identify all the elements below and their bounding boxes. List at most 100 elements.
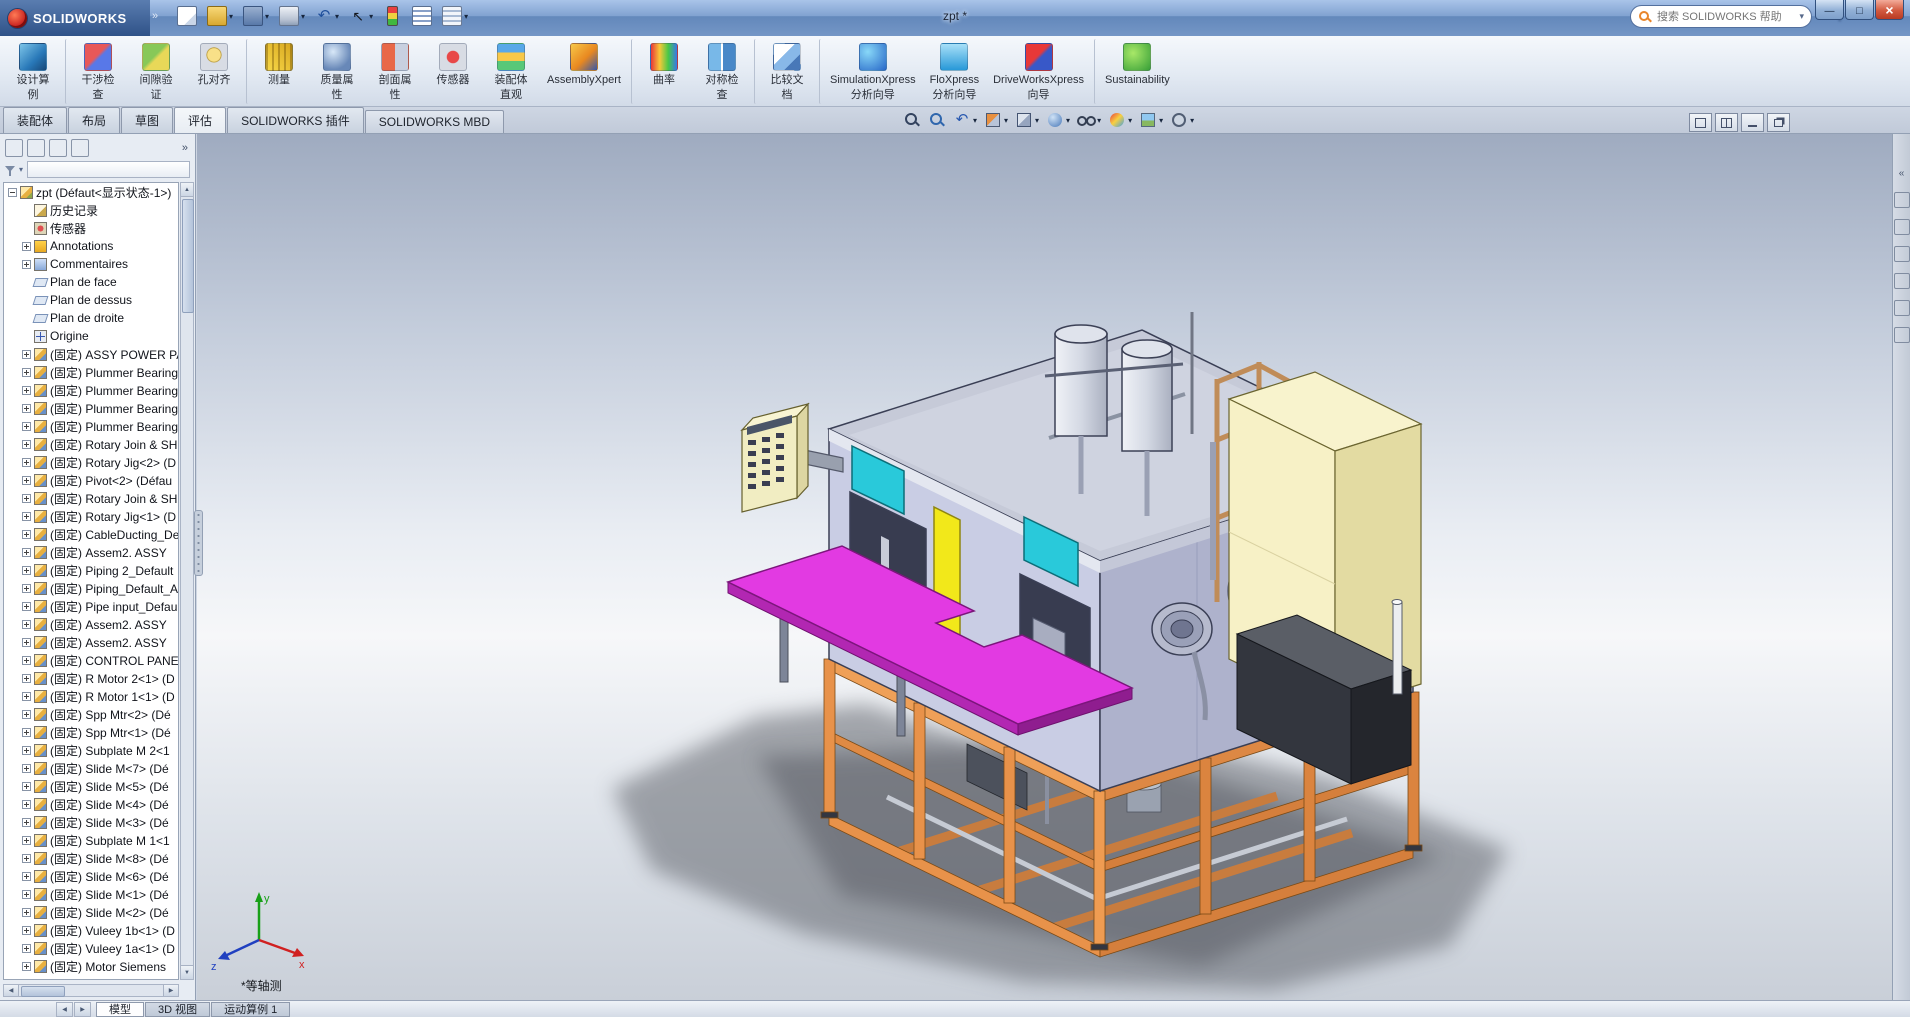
expand-icon[interactable] xyxy=(22,799,31,809)
expand-icon[interactable] xyxy=(22,601,31,611)
task-pane-collapse-icon[interactable]: « xyxy=(1899,168,1905,179)
view-tool-button[interactable] xyxy=(1077,111,1101,129)
viewport-window-button[interactable] xyxy=(1741,113,1764,132)
tree-item[interactable]: (固定) Rotary Join & SH xyxy=(4,489,178,507)
viewport-window-button[interactable] xyxy=(1767,113,1790,132)
tree-item[interactable]: (固定) Spp Mtr<2> (Dé xyxy=(4,705,178,723)
viewport-window-button[interactable] xyxy=(1689,113,1712,132)
tree-item[interactable]: (固定) Pivot<2> (Défau xyxy=(4,471,178,489)
ribbon-tab[interactable]: 装配体 xyxy=(3,107,68,133)
fm-tab-icon[interactable] xyxy=(71,138,89,157)
minimize-button[interactable] xyxy=(1815,0,1844,20)
expand-icon[interactable] xyxy=(22,763,31,773)
tree-item[interactable]: (固定) Slide M<6> (Dé xyxy=(4,867,178,885)
ribbon-button[interactable]: 对称检 查 xyxy=(693,39,751,104)
mode-tab[interactable]: 3D 视图 xyxy=(145,1001,211,1017)
ribbon-button[interactable]: 干涉检 查 xyxy=(65,39,127,104)
fm-overflow-button[interactable]: » xyxy=(182,142,190,154)
tree-item[interactable]: Annotations xyxy=(4,237,178,255)
filter-input[interactable] xyxy=(27,160,190,178)
tree-item[interactable]: (固定) R Motor 1<1> (D xyxy=(4,687,178,705)
quick-access-button[interactable] xyxy=(381,4,404,28)
quick-access-button[interactable] xyxy=(440,4,470,28)
tree-item[interactable]: (固定) Assem2. ASSY xyxy=(4,543,178,561)
viewport-window-button[interactable] xyxy=(1715,113,1738,132)
tree-item[interactable]: (固定) Rotary Jig<2> (D xyxy=(4,453,178,471)
ribbon-button[interactable]: 设计算 例 xyxy=(4,39,62,104)
expand-icon[interactable] xyxy=(22,871,31,881)
ribbon-button[interactable]: 传感器 xyxy=(424,39,482,104)
ribbon-button[interactable]: DriveWorksXpress 向导 xyxy=(986,39,1091,104)
tree-item[interactable]: Plan de face xyxy=(4,273,178,291)
tree-item[interactable]: Origine xyxy=(4,327,178,345)
panel-splitter[interactable] xyxy=(194,510,203,576)
quick-access-button[interactable] xyxy=(410,4,434,28)
expand-icon[interactable] xyxy=(22,727,31,737)
expand-icon[interactable] xyxy=(22,583,31,593)
tree-item[interactable]: (固定) Slide M<7> (Dé xyxy=(4,759,178,777)
ribbon-tab[interactable]: 草图 xyxy=(121,107,174,133)
filter-icon[interactable] xyxy=(5,166,15,176)
search-input[interactable] xyxy=(1655,9,1796,24)
task-pane-icon[interactable] xyxy=(1893,273,1910,289)
ribbon-button[interactable]: 曲率 xyxy=(630,39,693,104)
tree-item[interactable]: (固定) Vuleey 1b<1> (D xyxy=(4,921,178,939)
expand-icon[interactable] xyxy=(22,961,31,971)
help-search-box[interactable]: ▾ xyxy=(1630,5,1812,28)
scroll-up-icon[interactable] xyxy=(181,183,193,197)
ribbon-button[interactable]: FloXpress 分析向导 xyxy=(923,39,987,104)
view-tool-button[interactable] xyxy=(1170,111,1194,129)
tree-item[interactable]: (固定) Plummer Bearing xyxy=(4,363,178,381)
expand-icon[interactable] xyxy=(22,853,31,863)
tree-item[interactable]: (固定) Rotary Join & SH xyxy=(4,435,178,453)
expand-icon[interactable] xyxy=(22,529,31,539)
view-tool-button[interactable] xyxy=(1015,111,1039,129)
tree-item[interactable]: (固定) Plummer Bearing xyxy=(4,381,178,399)
ribbon-tab[interactable]: SOLIDWORKS 插件 xyxy=(227,107,364,133)
tree-item[interactable]: (固定) Assem2. ASSY xyxy=(4,633,178,651)
menu-expand-icon[interactable]: » xyxy=(152,10,158,22)
expand-icon[interactable] xyxy=(22,907,31,917)
ribbon-tab[interactable]: SOLIDWORKS MBD xyxy=(364,110,505,133)
maximize-button[interactable] xyxy=(1845,0,1874,20)
tree-horizontal-scrollbar[interactable] xyxy=(3,984,179,997)
expand-icon[interactable] xyxy=(22,619,31,629)
expand-icon[interactable] xyxy=(22,673,31,683)
tree-item[interactable]: (固定) Motor Siemens xyxy=(4,957,178,975)
view-tool-button[interactable] xyxy=(903,111,921,129)
expand-icon[interactable] xyxy=(22,655,31,665)
tree-item[interactable]: 历史记录 xyxy=(4,201,178,219)
ribbon-button[interactable]: 质量属 性 xyxy=(308,39,366,104)
expand-icon[interactable] xyxy=(22,385,31,395)
scroll-down-icon[interactable] xyxy=(181,965,193,979)
tree-item[interactable]: (固定) Rotary Jig<1> (D xyxy=(4,507,178,525)
expand-icon[interactable] xyxy=(22,475,31,485)
tree-item[interactable]: (固定) Slide M<8> (Dé xyxy=(4,849,178,867)
tree-item[interactable]: (固定) Slide M<1> (Dé xyxy=(4,885,178,903)
graphics-viewport[interactable]: y x z *等轴测 xyxy=(197,134,1892,1000)
ribbon-button[interactable]: 间隙验 证 xyxy=(127,39,185,104)
expand-icon[interactable] xyxy=(22,493,31,503)
quick-access-button[interactable] xyxy=(277,4,307,28)
task-pane-icon[interactable] xyxy=(1893,246,1910,262)
expand-icon[interactable] xyxy=(22,547,31,557)
scroll-right-icon[interactable] xyxy=(163,985,178,996)
quick-access-button[interactable] xyxy=(241,4,271,28)
quick-access-button[interactable] xyxy=(347,5,375,27)
expand-icon[interactable] xyxy=(22,565,31,575)
expand-icon[interactable] xyxy=(22,835,31,845)
fm-tab-icon[interactable] xyxy=(49,138,67,157)
expand-icon[interactable] xyxy=(22,439,31,449)
quick-access-button[interactable] xyxy=(175,4,199,28)
mode-tab[interactable]: 运动算例 1 xyxy=(211,1001,291,1017)
tree-item[interactable]: (固定) Subplate M 2<1 xyxy=(4,741,178,759)
view-tool-button[interactable] xyxy=(1046,111,1070,129)
task-pane-icon[interactable] xyxy=(1893,327,1910,343)
tree-item[interactable]: (固定) Plummer Bearing xyxy=(4,399,178,417)
expand-icon[interactable] xyxy=(22,781,31,791)
tree-vertical-scrollbar[interactable] xyxy=(180,182,194,980)
tree-item[interactable]: (固定) Slide M<2> (Dé xyxy=(4,903,178,921)
close-button[interactable] xyxy=(1875,0,1904,20)
tree-item[interactable]: Plan de dessus xyxy=(4,291,178,309)
ribbon-button[interactable]: Sustainability xyxy=(1093,39,1177,104)
